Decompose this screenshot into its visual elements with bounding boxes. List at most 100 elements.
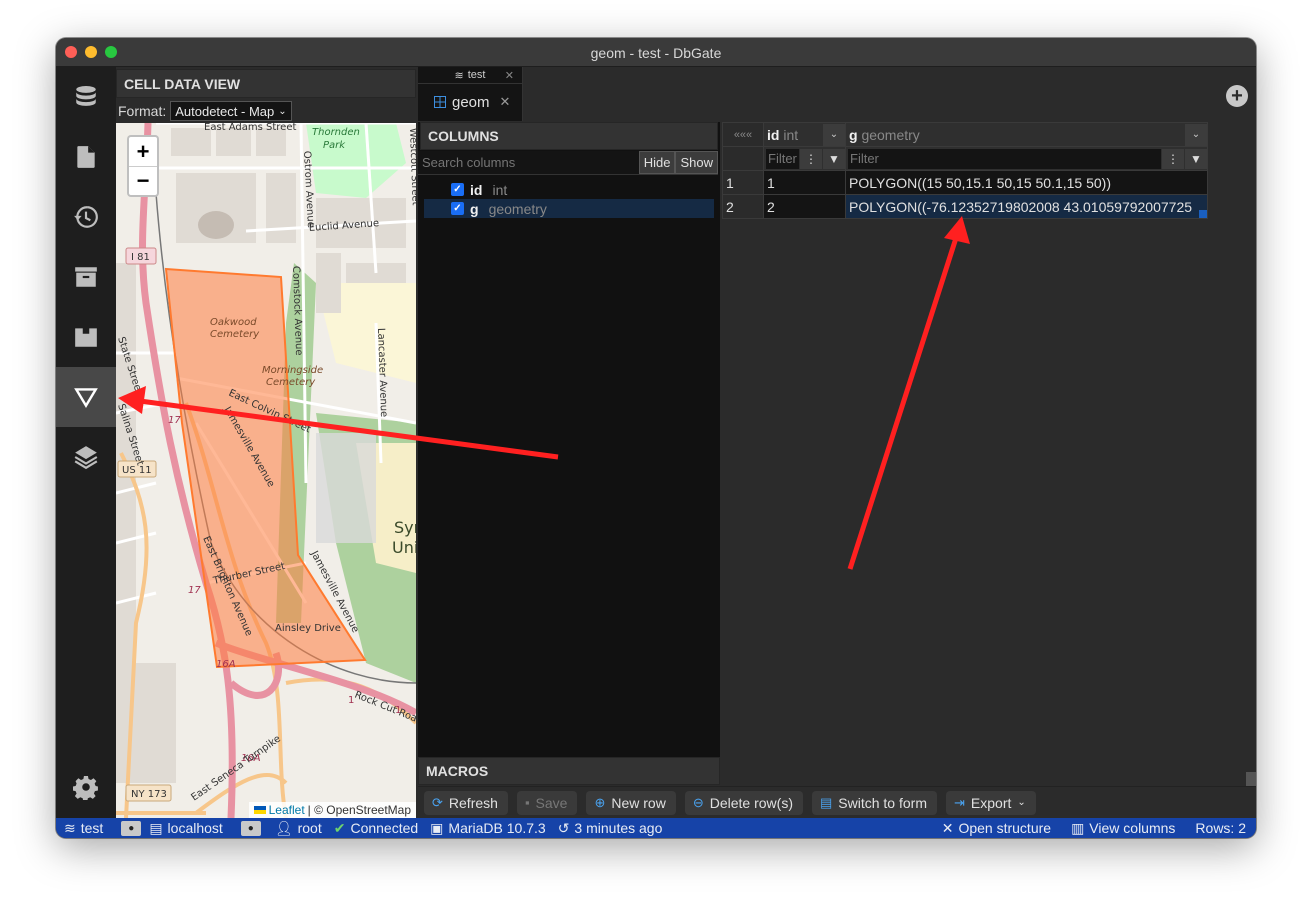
column-checkbox[interactable]: ✓: [451, 202, 464, 215]
tab-group: ≋ test ✕ geom ✕: [418, 67, 523, 121]
save-button[interactable]: ▪ Save: [516, 790, 578, 815]
column-item-g[interactable]: ✓ g geometry: [424, 199, 714, 218]
filter-button[interactable]: ▼: [823, 148, 845, 169]
status-bar: ≋ test ● ▤ localhost ● 👤︎ root ✔ Connected ▣…: [56, 818, 1256, 838]
status-bar-right: ✕ Open structure ▥ View columns Rows: 2: [922, 820, 1256, 837]
columns-panel: COLUMNS Hide Show ✓ id int ✓ g geometry: [418, 122, 720, 757]
tab-group-db[interactable]: ≋ test ✕: [418, 67, 522, 84]
database-icon: [76, 85, 96, 106]
history-icon: ↺: [557, 819, 570, 836]
cell-id[interactable]: 1: [763, 170, 846, 195]
selection-handle[interactable]: [1199, 210, 1207, 218]
widget-history[interactable]: [56, 187, 116, 247]
refresh-icon: ⟳: [432, 794, 443, 810]
show-columns-button[interactable]: Show: [675, 151, 718, 174]
status-server[interactable]: ▤ localhost: [149, 820, 223, 837]
cell-g[interactable]: POLYGON((15 50,15.1 50,15 50.1,15 50)): [845, 170, 1208, 195]
switch-to-form-button[interactable]: ▤ Switch to form: [812, 790, 937, 815]
export-button[interactable]: ⇥ Export ⌄: [946, 790, 1036, 815]
filter-options-button[interactable]: ⋮: [800, 148, 822, 169]
column-type: int: [492, 181, 508, 198]
widget-databases[interactable]: [56, 67, 116, 127]
hide-columns-button[interactable]: Hide: [638, 151, 676, 174]
widget-cell-data[interactable]: [56, 367, 116, 427]
grid-filter-row: Filter ⋮ ▼ Filter ⋮ ▼: [722, 146, 1208, 171]
filter-input-g[interactable]: Filter: [848, 148, 1161, 169]
map-attribution: Leaflet | © OpenStreetMap: [248, 802, 416, 818]
widget-files[interactable]: [56, 127, 116, 187]
save-label: Save: [535, 794, 568, 811]
macros-header[interactable]: MACROS: [418, 757, 720, 785]
widget-plugins[interactable]: [56, 307, 116, 367]
status-engine: ▣ MariaDB 10.7.3: [430, 820, 546, 837]
table-row[interactable]: 2 2 POLYGON((-76.12352719802008 43.01059…: [722, 194, 1208, 219]
row-number[interactable]: 1: [722, 170, 764, 195]
settings-button[interactable]: [56, 757, 116, 817]
tab-label: geom: [452, 93, 490, 111]
column-menu-button[interactable]: ⌄: [823, 123, 845, 146]
new-row-button[interactable]: ⊕ New row: [586, 790, 676, 815]
grid-table: ««« id int ⌄ g geometry ⌄ Filter ⋮ ▼ Fil…: [722, 122, 1208, 219]
status-database[interactable]: ≋ test: [64, 820, 103, 837]
leaflet-link[interactable]: Leaflet: [269, 803, 305, 817]
chevron-down-icon: ⌄: [829, 129, 839, 140]
scrollbar-thumb[interactable]: [1246, 772, 1256, 786]
palette-icon[interactable]: ●: [121, 820, 142, 836]
column-menu-button[interactable]: ⌄: [1185, 123, 1207, 146]
status-time: ↺ 3 minutes ago: [558, 820, 663, 837]
row-number[interactable]: 2: [722, 194, 764, 219]
archive-icon: [75, 267, 97, 287]
tabs-bar: ≋ test ✕ geom ✕ +: [418, 67, 1256, 121]
osm-attribution[interactable]: | © OpenStreetMap: [308, 803, 411, 817]
add-tab-button[interactable]: +: [1226, 85, 1248, 107]
column-checkbox[interactable]: ✓: [451, 183, 464, 196]
collapse-button[interactable]: «««: [722, 122, 764, 147]
tab-geom[interactable]: geom ✕: [418, 84, 522, 120]
widget-archive[interactable]: [56, 247, 116, 307]
delete-rows-button[interactable]: ⊖ Delete row(s): [684, 790, 803, 815]
columns-icon: ▥: [1071, 819, 1085, 836]
map-label: 17: [188, 585, 201, 596]
filter-button[interactable]: ▼: [1185, 148, 1207, 169]
close-icon[interactable]: ✕: [500, 94, 511, 110]
view-columns-button[interactable]: ▥ View columns: [1071, 820, 1175, 837]
cell-g-selected[interactable]: POLYGON((-76.12352719802008 43.010597920…: [845, 194, 1208, 219]
map-label: East Adams Street: [204, 123, 296, 133]
check-circle-icon: ✔: [333, 819, 346, 836]
filter-options-button[interactable]: ⋮: [1162, 148, 1184, 169]
column-item-id[interactable]: ✓ id int: [424, 180, 714, 199]
refresh-button[interactable]: ⟳ Refresh: [424, 790, 508, 815]
map-zoom-control: + −: [127, 135, 159, 197]
status-engine-label: MariaDB 10.7.3: [448, 820, 546, 836]
column-header-id[interactable]: id int ⌄: [763, 122, 846, 147]
cell-id[interactable]: 2: [763, 194, 846, 219]
filter-cell-g: Filter ⋮ ▼: [845, 146, 1208, 171]
map-label: Thornden: [312, 127, 360, 138]
column-search-input[interactable]: [418, 151, 639, 174]
table-row[interactable]: 1 1 POLYGON((15 50,15.1 50,15 50.1,15 50…: [722, 170, 1208, 195]
filter-row-spacer: [722, 146, 764, 171]
map-tiles: East Adams Street Thornden Park Ostrom A…: [116, 123, 416, 818]
column-type: geometry: [488, 200, 547, 217]
export-label: Export: [970, 794, 1012, 811]
format-select-value: Autodetect - Map: [175, 103, 275, 119]
export-icon: ⇥: [954, 794, 965, 810]
widget-bar: [56, 67, 116, 818]
format-select[interactable]: Autodetect - Map ⌄: [170, 101, 292, 121]
map-label: Univ: [392, 538, 416, 557]
open-structure-button[interactable]: ✕ Open structure: [942, 820, 1051, 837]
zoom-out-button[interactable]: −: [129, 166, 157, 195]
close-icon[interactable]: ✕: [505, 69, 514, 82]
data-grid: ««« id int ⌄ g geometry ⌄ Filter ⋮ ▼ Fil…: [722, 122, 1256, 786]
palette-icon[interactable]: ●: [240, 820, 261, 836]
window-title: geom - test - DbGate: [590, 45, 722, 61]
widget-layers[interactable]: [56, 427, 116, 487]
zoom-in-button[interactable]: +: [129, 137, 157, 166]
map-label: Cemetery: [266, 377, 316, 388]
map-label: Park: [323, 140, 346, 151]
table-icon: [434, 96, 446, 108]
filter-input-id[interactable]: Filter: [766, 148, 799, 169]
column-header-g[interactable]: g geometry ⌄: [845, 122, 1208, 147]
map-view[interactable]: East Adams Street Thornden Park Ostrom A…: [116, 123, 416, 818]
minus-circle-icon: ⊖: [692, 794, 704, 810]
